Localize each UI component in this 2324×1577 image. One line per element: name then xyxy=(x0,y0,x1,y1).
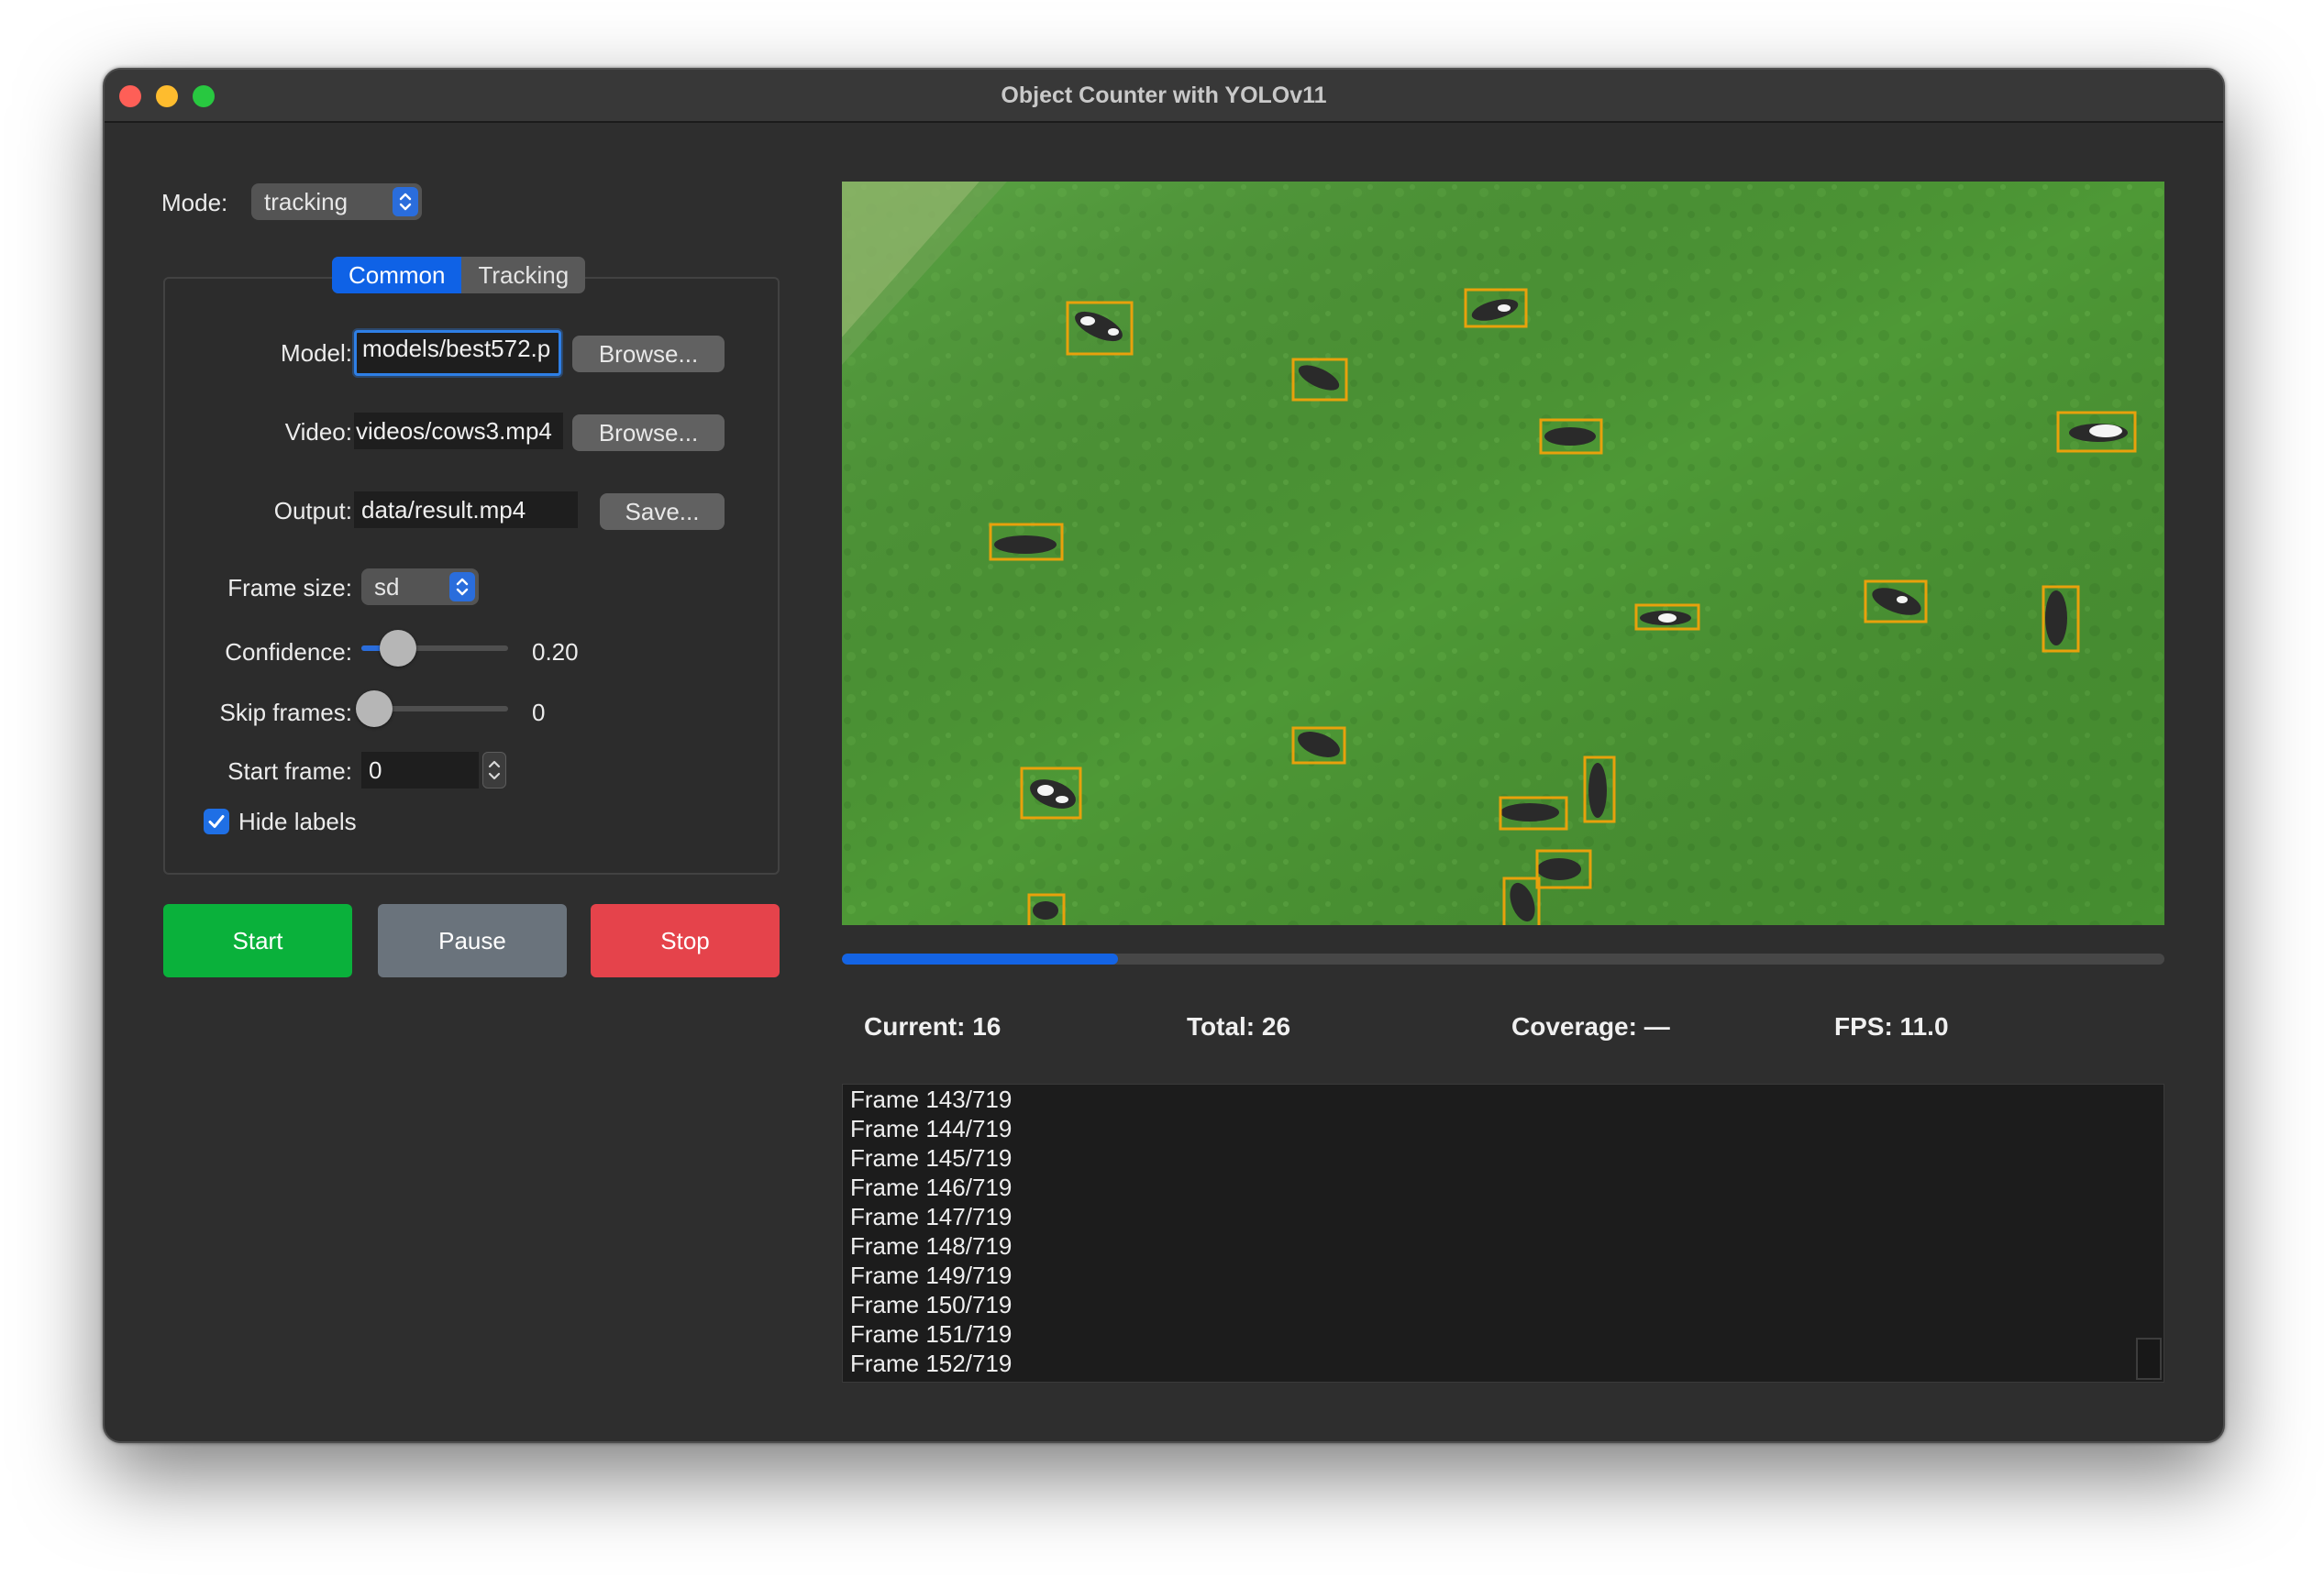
video-browse-button[interactable]: Browse... xyxy=(572,414,725,451)
tab-common[interactable]: Common xyxy=(332,257,462,293)
output-save-button[interactable]: Save... xyxy=(600,493,725,530)
mode-select-value: tracking xyxy=(264,188,349,215)
confidence-value: 0.20 xyxy=(532,638,579,666)
checkmark-icon xyxy=(208,815,225,828)
model-browse-button[interactable]: Browse... xyxy=(572,336,725,372)
video-frame-image xyxy=(842,182,2164,925)
start-frame-input[interactable]: 0 xyxy=(361,752,479,788)
coverage-stat: Coverage: — xyxy=(1511,1012,1670,1041)
total-count: Total: 26 xyxy=(1187,1012,1291,1041)
log-line: Frame 152/719 xyxy=(850,1350,1013,1377)
skip-frames-slider-knob[interactable] xyxy=(356,690,393,727)
log-line: Frame 147/719 xyxy=(850,1203,1013,1230)
log-line: Frame 146/719 xyxy=(850,1174,1013,1201)
log-line: Frame 151/719 xyxy=(850,1320,1013,1348)
frame-size-label: Frame size: xyxy=(227,574,352,601)
video-label: Video: xyxy=(284,418,352,446)
log-output[interactable]: Frame 143/719 Frame 144/719 Frame 145/71… xyxy=(842,1084,2164,1383)
output-path-input[interactable]: data/result.mp4 xyxy=(354,491,578,528)
skip-frames-label: Skip frames: xyxy=(219,699,353,726)
hide-labels-checkbox[interactable] xyxy=(204,809,229,834)
start-frame-stepper[interactable] xyxy=(482,752,506,788)
select-chevron-icon xyxy=(393,187,418,216)
confidence-label: Confidence: xyxy=(225,638,352,666)
settings-tabs: Common Tracking xyxy=(332,257,586,293)
tab-tracking[interactable]: Tracking xyxy=(461,257,585,293)
mode-select[interactable]: tracking xyxy=(251,183,422,220)
frame-size-value: sd xyxy=(374,573,400,601)
app-window: Object Counter with YOLOv11 Mode: tracki… xyxy=(103,68,2225,1443)
window-title: Object Counter with YOLOv11 xyxy=(1001,83,1327,108)
log-line: Frame 150/719 xyxy=(850,1291,1013,1318)
video-preview xyxy=(842,182,2164,925)
log-scroll-handle[interactable] xyxy=(2136,1338,2162,1380)
model-path-input[interactable]: models/best572.p xyxy=(354,330,561,376)
current-count: Current: 16 xyxy=(864,1012,1002,1041)
fps-stat: FPS: 11.0 xyxy=(1834,1012,1949,1041)
select-chevron-icon xyxy=(449,572,475,601)
log-line: Frame 143/719 xyxy=(850,1086,1013,1113)
log-line: Frame 144/719 xyxy=(850,1115,1013,1142)
output-label: Output: xyxy=(273,497,352,524)
video-progress-bar xyxy=(842,954,2164,965)
pause-button[interactable]: Pause xyxy=(378,904,567,977)
start-frame-label: Start frame: xyxy=(227,757,352,785)
model-label: Model: xyxy=(280,339,352,367)
video-path-input[interactable]: videos/cows3.mp4 xyxy=(354,413,563,449)
confidence-slider-knob[interactable] xyxy=(380,630,416,667)
title-bar: Object Counter with YOLOv11 xyxy=(105,70,2223,123)
stop-button[interactable]: Stop xyxy=(591,904,780,977)
log-line: Frame 149/719 xyxy=(850,1262,1013,1289)
stepper-arrows-icon xyxy=(488,760,501,780)
mode-label: Mode: xyxy=(161,189,228,216)
start-button[interactable]: Start xyxy=(163,904,352,977)
frame-size-select[interactable]: sd xyxy=(361,568,479,605)
hide-labels-label: Hide labels xyxy=(238,808,357,835)
video-progress-fill xyxy=(842,954,1119,965)
skip-frames-value: 0 xyxy=(532,699,546,726)
log-line: Frame 148/719 xyxy=(850,1232,1013,1260)
log-line: Frame 145/719 xyxy=(850,1144,1013,1172)
